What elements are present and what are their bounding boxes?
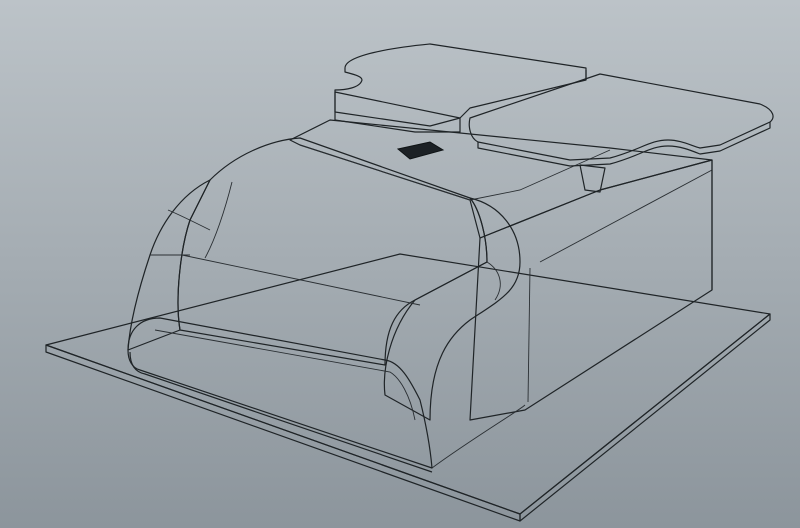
- model-canvas[interactable]: [0, 0, 800, 528]
- viewport-background: [0, 0, 800, 528]
- 3d-viewport[interactable]: [0, 0, 800, 528]
